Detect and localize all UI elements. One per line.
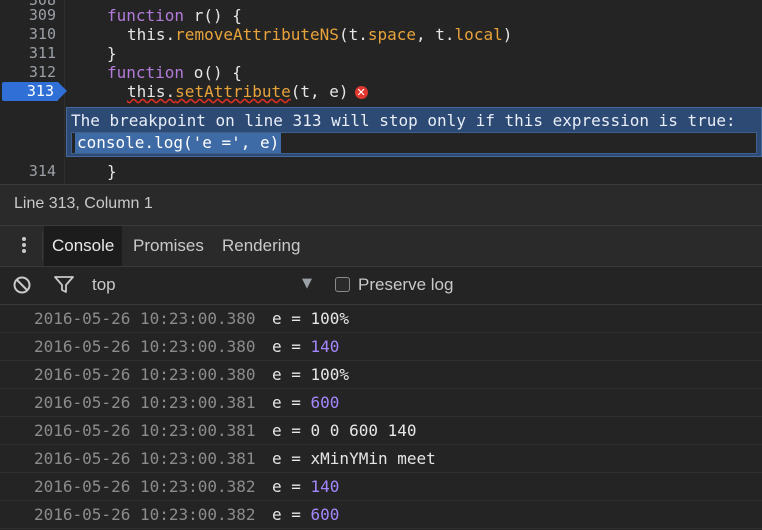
keyword: function: [107, 6, 185, 25]
message-text: e = 100%: [272, 309, 350, 328]
console-message: 2016-05-26 10:23:00.380 e = 100%: [0, 305, 762, 333]
drawer-tab-bar: Console Promises Rendering: [0, 226, 762, 267]
message-text: e = 140: [272, 337, 340, 356]
code-text: , t.: [416, 25, 455, 44]
function-name: removeAttributeNS: [175, 25, 339, 44]
console-message: 2016-05-26 10:23:00.382 e = 600: [0, 501, 762, 529]
breakpoint-condition-text[interactable]: console.log('e =', e): [75, 133, 282, 153]
console-filter-bar: top ▼ Preserve log: [0, 267, 762, 305]
breakpoint-marker[interactable]: 313: [2, 82, 67, 101]
editor-status-bar: Line 313, Column 1: [0, 184, 762, 226]
message-text: e = 600: [272, 505, 340, 524]
line-number[interactable]: 310: [0, 25, 56, 44]
more-options-icon[interactable]: [16, 235, 34, 255]
property-name: space: [367, 25, 417, 44]
code-line: }: [107, 162, 117, 181]
error-underlined-code: this.setAttribute: [127, 82, 291, 101]
console-output[interactable]: 2016-05-26 10:23:00.380 e = 100% 2016-05-…: [0, 305, 762, 530]
console-message: 2016-05-26 10:23:00.381 e = 600: [0, 389, 762, 417]
property-name: local: [454, 25, 503, 44]
console-message: 2016-05-26 10:23:00.382 e = 140: [0, 473, 762, 501]
console-message: 2016-05-26 10:23:00.381 e = xMinYMin meet: [0, 445, 762, 473]
message-text: e = 0 0 600 140: [272, 421, 417, 440]
code-text: this.: [127, 25, 176, 44]
code-text: o() {: [184, 63, 242, 82]
function-name: setAttribute: [175, 82, 291, 101]
message-text: e = 140: [272, 477, 340, 496]
filter-icon[interactable]: [54, 276, 74, 294]
console-message: 2016-05-26 10:23:00.381 e = 0 0 600 140: [0, 417, 762, 445]
breakpoint-message: The breakpoint on line 313 will stop onl…: [71, 111, 736, 130]
line-number[interactable]: 312: [0, 63, 56, 82]
timestamp: 2016-05-26 10:23:00.381: [34, 421, 256, 440]
timestamp: 2016-05-26 10:23:00.382: [34, 505, 256, 524]
console-message: 2016-05-26 10:23:00.380 e = 100%: [0, 361, 762, 389]
breakpoint-condition-input[interactable]: console.log('e =', e): [71, 132, 757, 154]
message-text: e = 600: [272, 393, 340, 412]
line-number[interactable]: 314: [0, 162, 56, 181]
timestamp: 2016-05-26 10:23:00.380: [34, 309, 256, 328]
timestamp: 2016-05-26 10:23:00.381: [34, 449, 256, 468]
source-editor[interactable]: 308 309 310 311 312 313 314 function r()…: [0, 0, 762, 184]
code-text: (t.: [338, 25, 368, 44]
timestamp: 2016-05-26 10:23:00.380: [34, 365, 256, 384]
cursor-position: Line 313, Column 1: [14, 195, 153, 212]
console-message: 2016-05-26 10:23:00.380 e = 140: [0, 333, 762, 361]
conditional-breakpoint-editor: The breakpoint on line 313 will stop onl…: [66, 107, 762, 157]
message-text: e = xMinYMin meet: [272, 449, 436, 468]
message-text: e = 100%: [272, 365, 350, 384]
code-text: this.: [127, 82, 176, 101]
preserve-log-label[interactable]: Preserve log: [358, 275, 453, 295]
chevron-down-icon[interactable]: ▼: [302, 276, 312, 291]
code-text: ): [502, 25, 513, 44]
timestamp: 2016-05-26 10:23:00.380: [34, 337, 256, 356]
tab-rendering[interactable]: Rendering: [214, 226, 308, 266]
clear-console-icon[interactable]: [13, 276, 31, 294]
code-line: this.setAttribute(t, e) ✕: [127, 82, 368, 101]
tab-promises[interactable]: Promises: [125, 226, 212, 266]
divider: [42, 231, 43, 261]
line-number[interactable]: 309: [0, 6, 56, 25]
line-number-gutter[interactable]: 308 309 310 311 312 313 314: [0, 0, 67, 184]
code-line: }: [107, 44, 117, 63]
tab-console[interactable]: Console: [44, 226, 123, 266]
code-line: function o() {: [107, 63, 242, 82]
line-number[interactable]: 311: [0, 44, 56, 63]
code-line: function r() {: [107, 6, 242, 25]
error-icon[interactable]: ✕: [354, 86, 368, 99]
code-line: this.removeAttributeNS(t.space, t.local): [127, 25, 512, 44]
code-text: r() {: [184, 6, 242, 25]
execution-context-select[interactable]: top: [92, 275, 116, 295]
preserve-log-checkbox[interactable]: [335, 277, 350, 292]
code-text: (t, e): [290, 82, 349, 101]
timestamp: 2016-05-26 10:23:00.382: [34, 477, 256, 496]
timestamp: 2016-05-26 10:23:00.381: [34, 393, 256, 412]
keyword: function: [107, 63, 185, 82]
